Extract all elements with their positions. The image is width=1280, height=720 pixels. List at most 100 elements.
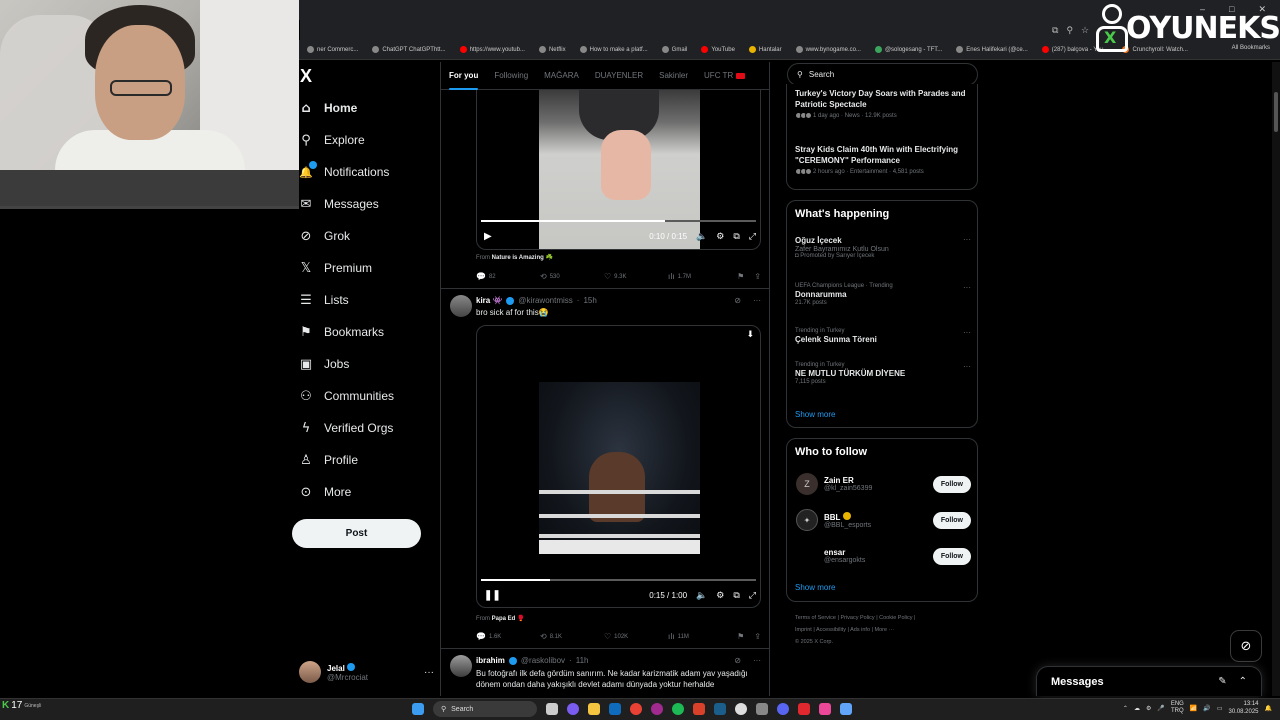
post-button[interactable]: Post xyxy=(292,519,421,548)
tab-duayenler[interactable]: DUAYENLER xyxy=(587,62,651,90)
app-icon[interactable] xyxy=(693,703,705,715)
bookmark-item[interactable]: How to make a platf... xyxy=(573,46,655,53)
views-button[interactable]: ılı 11M xyxy=(668,632,732,641)
new-message-icon[interactable]: ✎ xyxy=(1218,676,1226,687)
fullscreen-icon[interactable]: ⤢ xyxy=(749,232,756,242)
sidebar-item-jobs[interactable]: ▣ Jobs xyxy=(299,348,439,380)
bookmark-item[interactable]: Enes Halifekari (@ce... xyxy=(949,46,1034,53)
tray-icon[interactable]: ⚙ xyxy=(1146,705,1151,712)
share-icon[interactable]: ⇪ xyxy=(754,272,761,281)
extensions-icon[interactable]: ⧉ xyxy=(1052,25,1058,36)
tab-for-you[interactable]: For you xyxy=(441,62,486,90)
show-more-link[interactable]: Show more xyxy=(795,410,835,419)
follow-suggestion[interactable]: ensar @ensargokts Follow xyxy=(796,542,971,570)
mute-icon[interactable]: 🔈 xyxy=(696,591,707,601)
outlook-icon[interactable] xyxy=(609,703,621,715)
tweet-age[interactable]: 11h xyxy=(576,656,589,665)
copilot-icon[interactable] xyxy=(567,703,579,715)
views-button[interactable]: ılı 1.7M xyxy=(668,272,732,281)
app-icon[interactable] xyxy=(777,703,789,715)
taskbar-search[interactable]: ⚲ Search xyxy=(433,701,537,717)
sidebar-item-notifications[interactable]: 🔔 Notifications xyxy=(299,156,439,188)
file-explorer-icon[interactable] xyxy=(588,703,600,715)
settings-icon[interactable]: ⚙ xyxy=(716,232,724,242)
reply-button[interactable]: 💬 82 xyxy=(476,272,540,281)
app-icon[interactable] xyxy=(819,703,831,715)
repost-button[interactable]: ⟲ 530 xyxy=(540,272,604,281)
chevron-up-icon[interactable]: ⌃ xyxy=(1123,705,1128,712)
sidebar-item-premium[interactable]: 𝕏 Premium xyxy=(299,252,439,284)
trend-item[interactable]: UEFA Champions League · Trending Donnaru… xyxy=(795,283,971,306)
like-button[interactable]: ♡ 9.3K xyxy=(604,272,668,281)
volume-icon[interactable]: 🔊 xyxy=(1203,705,1210,712)
app-icon[interactable] xyxy=(798,703,810,715)
search-input[interactable]: ⚲ Search xyxy=(787,63,978,86)
sidebar-item-communities[interactable]: ⚇ Communities xyxy=(299,380,439,412)
picture-in-picture-icon[interactable]: ⧉ xyxy=(733,591,739,601)
trend-item[interactable]: Trending in Turkey Çelenk Sunma Töreni ·… xyxy=(795,328,971,345)
more-dots-icon[interactable]: ··· xyxy=(963,235,971,244)
sidebar-item-lists[interactable]: ☰ Lists xyxy=(299,284,439,316)
scrollbar-thumb[interactable] xyxy=(1274,92,1278,132)
sidebar-item-home[interactable]: ⌂ Home xyxy=(299,92,439,124)
bookmark-item[interactable]: https://www.youtub... xyxy=(453,46,532,53)
trend-item[interactable]: Oğuz İçecek Zafer Bayramımız Kutlu Olsun… xyxy=(795,235,971,259)
more-dots-icon[interactable]: ··· xyxy=(963,362,971,371)
weather-widget[interactable]: K 17 Güneşli xyxy=(2,700,41,711)
more-dots-icon[interactable]: ··· xyxy=(753,656,761,665)
footer-line[interactable]: Terms of Service | Privacy Policy | Cook… xyxy=(795,612,975,624)
sidebar-item-more[interactable]: ⊙ More xyxy=(299,476,439,508)
follow-suggestion[interactable]: ✦ BBL @BBL_esports Follow xyxy=(796,506,971,534)
trend-item[interactable]: Stray Kids Claim 40th Win with Electrify… xyxy=(795,144,971,175)
reply-button[interactable]: 💬 1.6K xyxy=(476,632,540,641)
follow-button[interactable]: Follow xyxy=(932,511,971,529)
page-scrollbar[interactable] xyxy=(1272,62,1280,696)
sidebar-item-grok[interactable]: ⊘ Grok xyxy=(299,220,439,252)
wifi-icon[interactable]: 📶 xyxy=(1190,705,1197,712)
show-more-link[interactable]: Show more xyxy=(795,583,835,592)
pause-icon[interactable]: ❚❚ xyxy=(484,590,501,601)
app-icon[interactable] xyxy=(840,703,852,715)
zoom-icon[interactable]: ⚲ xyxy=(1066,25,1073,36)
x-logo-icon[interactable]: X xyxy=(300,66,312,87)
more-dots-icon[interactable]: ··· xyxy=(963,283,971,292)
author-name[interactable]: kira 👾 xyxy=(476,296,502,305)
expand-icon[interactable]: ⌃ xyxy=(1239,676,1247,687)
tweet-video-player[interactable]: ⬇ ❚❚ 0:15 / 1:00 🔈 ⚙ ⧉ ⤢ xyxy=(476,325,761,608)
bookmark-icon[interactable]: ⚑ xyxy=(737,632,744,641)
author-handle[interactable]: @raskolibov xyxy=(521,656,565,665)
chrome-icon[interactable] xyxy=(630,703,642,715)
mute-icon[interactable]: 🔈 xyxy=(696,232,707,242)
video-progress-bar[interactable] xyxy=(481,220,756,222)
sidebar-item-messages[interactable]: ✉ Messages xyxy=(299,188,439,220)
clock[interactable]: 13:14 30.08.2025 xyxy=(1228,700,1258,716)
author-handle[interactable]: @kirawontmiss xyxy=(518,296,572,305)
grok-icon[interactable]: ⊘ xyxy=(734,296,741,305)
more-dots-icon[interactable]: ··· xyxy=(963,328,971,337)
notification-bell-icon[interactable]: 🔔 xyxy=(1265,705,1272,712)
follow-suggestion[interactable]: Z Zain ER @kl_zain56399 Follow xyxy=(796,470,971,498)
settings-icon[interactable]: ⚙ xyxy=(716,591,724,601)
tray-icon[interactable]: 🎤 xyxy=(1157,705,1164,712)
grok-icon[interactable]: ⊘ xyxy=(734,656,741,665)
bookmark-item[interactable]: YouTube xyxy=(694,46,742,53)
tab-sakinler[interactable]: Sakinler xyxy=(651,62,696,90)
sidebar-item-bookmarks[interactable]: ⚑ Bookmarks xyxy=(299,316,439,348)
like-button[interactable]: ♡ 102K xyxy=(604,632,668,641)
play-icon[interactable]: ▶ xyxy=(484,231,492,242)
repost-button[interactable]: ⟲ 8.1K xyxy=(540,632,604,641)
download-icon[interactable]: ⬇ xyxy=(746,330,754,340)
windows-start-icon[interactable] xyxy=(412,703,424,715)
bookmark-item[interactable]: Netflix xyxy=(532,46,573,53)
picture-in-picture-icon[interactable]: ⧉ xyxy=(733,232,739,242)
tray-icon[interactable]: ☁ xyxy=(1134,705,1140,712)
grok-button[interactable]: ⊘ xyxy=(1230,630,1262,662)
messages-drawer[interactable]: Messages ✎ ⌃ xyxy=(1036,666,1262,696)
follow-button[interactable]: Follow xyxy=(932,547,971,565)
more-dots-icon[interactable]: ··· xyxy=(753,296,761,305)
more-dots-icon[interactable]: ··· xyxy=(424,667,434,678)
tweet-video-player[interactable]: ▶ 0:10 / 0:15 🔈 ⚙ ⧉ ⤢ xyxy=(476,90,761,250)
bookmark-item[interactable]: @sologesang - TFT... xyxy=(868,46,949,53)
bookmark-item[interactable]: Hantalar xyxy=(742,46,789,53)
trend-item[interactable]: Trending in Turkey NE MUTLU TÜRKÜM DİYEN… xyxy=(795,362,971,385)
